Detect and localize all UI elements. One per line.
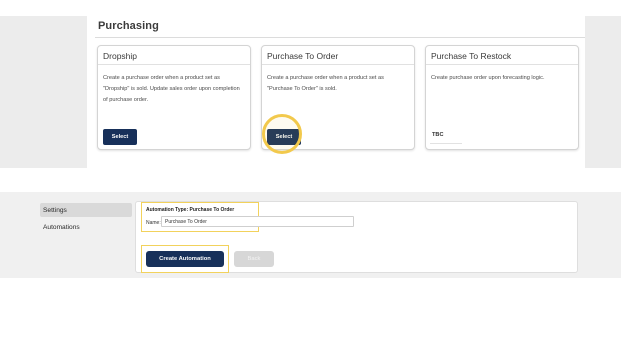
create-automation-button[interactable]: Create Automation (146, 251, 224, 267)
tbc-divider (430, 143, 462, 144)
card-description: Create a purchase order when a product s… (267, 75, 384, 92)
section-title: Purchasing (98, 20, 159, 32)
card-title: Purchase To Restock (426, 46, 578, 65)
tbc-label: TBC (432, 132, 444, 138)
name-label: Name: (146, 220, 161, 226)
section-divider (95, 37, 585, 38)
select-dropship-button[interactable]: Select (103, 129, 137, 145)
card-description: Create a purchase order when a product s… (103, 75, 240, 103)
card-purchase-to-restock: Purchase To Restock Create purchase orde… (425, 45, 579, 150)
card-description: Create purchase order upon forecasting l… (431, 75, 545, 81)
card-dropship: Dropship Create a purchase order when a … (97, 45, 251, 150)
card-title: Dropship (98, 46, 250, 65)
name-input[interactable] (161, 216, 354, 227)
sidebar-item-automations[interactable]: Automations (40, 220, 132, 234)
sidebar-item-settings[interactable]: Settings (40, 203, 132, 217)
automation-type-label: Automation Type: Purchase To Order (146, 207, 235, 213)
card-title: Purchase To Order (262, 46, 414, 65)
click-highlight-ring (262, 114, 302, 154)
back-button[interactable]: Back (234, 251, 274, 267)
